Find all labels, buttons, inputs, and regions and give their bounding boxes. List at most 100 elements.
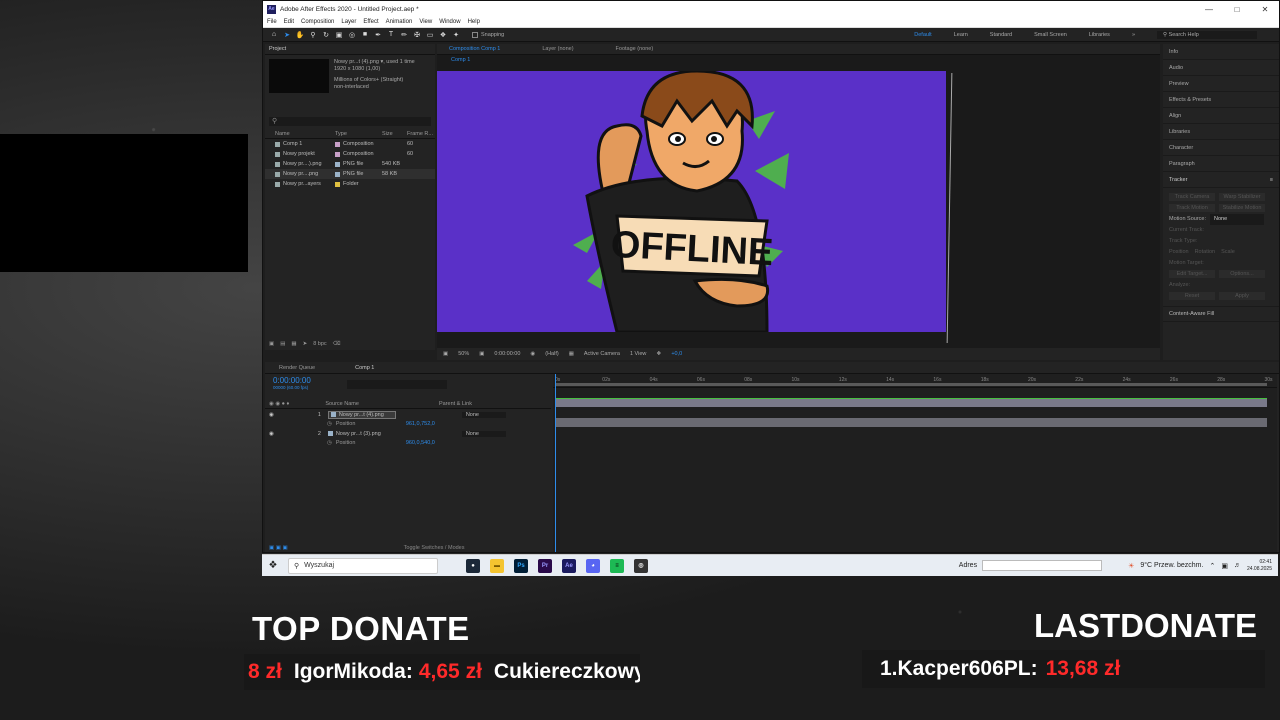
bpc-label[interactable]: 8 bpc <box>313 341 326 347</box>
tracker-menu-icon[interactable]: ≡ <box>1270 177 1273 183</box>
tab-render-queue[interactable]: Render Queue <box>279 365 315 371</box>
motion-source-dropdown[interactable]: None <box>1210 214 1264 225</box>
taskbar-app-icon[interactable]: ▬ <box>490 558 504 573</box>
flowchart-icon[interactable]: ➤ <box>303 341 308 347</box>
layer-name[interactable]: Nowy pr...t (3).png <box>327 431 396 437</box>
tab-footage[interactable]: Footage (none) <box>616 46 654 52</box>
project-item-row[interactable]: Nowy projekt Composition 60 <box>265 149 435 159</box>
col-size[interactable]: Size <box>382 131 407 137</box>
camera-dropdown[interactable]: Active Camera <box>584 351 620 357</box>
eraser-tool-icon[interactable]: ▭ <box>425 30 435 40</box>
visibility-eye-icon[interactable]: ◉ <box>269 431 274 437</box>
options-button[interactable]: Options... <box>1219 270 1265 278</box>
clone-stamp-icon[interactable]: ✠ <box>412 30 422 40</box>
taskbar-app-icon[interactable]: ◕ <box>586 558 600 573</box>
clock[interactable]: 02:41 24.08.2025 <box>1247 559 1272 573</box>
zoom-tool-icon[interactable]: ⚲ <box>308 30 318 40</box>
tab-comp-1[interactable]: Comp 1 <box>355 365 374 371</box>
close-icon[interactable]: ✕ <box>1251 5 1279 14</box>
parent-dropdown[interactable]: None <box>461 411 506 418</box>
project-search-input[interactable]: ⚲ <box>269 117 431 126</box>
layer-2-duration-bar[interactable] <box>555 418 1267 427</box>
snapping-checkbox[interactable] <box>472 31 478 38</box>
hand-tool-icon[interactable]: ✋ <box>295 30 305 40</box>
new-comp-icon[interactable]: ▦ <box>291 341 296 347</box>
panel-align[interactable]: Align <box>1163 108 1279 124</box>
network-icon[interactable]: ▣ <box>1221 562 1228 570</box>
snapping-toggle[interactable]: Snapping <box>472 31 504 38</box>
workspace-small-screen[interactable]: Small Screen <box>1034 32 1067 38</box>
reset-button[interactable]: Reset <box>1169 292 1215 300</box>
menu-window[interactable]: Window <box>439 19 460 25</box>
edit-target-button[interactable]: Edit Target... <box>1169 270 1215 278</box>
more-workspaces-icon[interactable]: » <box>1132 32 1135 38</box>
roto-brush-icon[interactable]: ❖ <box>438 30 448 40</box>
trash-icon[interactable]: ⌫ <box>333 341 341 347</box>
home-icon[interactable]: ⌂ <box>269 30 279 40</box>
layer-1-duration-bar[interactable] <box>555 399 1267 407</box>
apply-button[interactable]: Apply <box>1219 292 1265 300</box>
project-item-row[interactable]: Nowy pr...ayers Folder <box>265 179 435 189</box>
snapshot-icon[interactable]: ◉ <box>530 351 535 357</box>
pen-tool-icon[interactable]: ✒ <box>373 30 383 40</box>
panel-audio[interactable]: Audio <box>1163 60 1279 76</box>
warp-stabilizer-button[interactable]: Warp Stabilizer <box>1219 193 1265 201</box>
new-folder-icon[interactable]: ▤ <box>280 341 285 347</box>
view-layout-dropdown[interactable]: 1 View <box>630 351 646 357</box>
composition-canvas[interactable]: OFFLINE <box>437 71 946 332</box>
current-time[interactable]: 0:00:00:00 <box>494 351 520 357</box>
col-type[interactable]: Type <box>335 131 382 137</box>
taskbar-search[interactable]: ⚲ Wyszukaj <box>288 557 438 574</box>
property-value[interactable]: 960,0,540,0 <box>406 440 435 446</box>
track-motion-button[interactable]: Track Motion <box>1169 204 1215 212</box>
playhead[interactable] <box>555 374 556 552</box>
windows-start-icon[interactable]: ❖ <box>262 560 284 571</box>
menu-view[interactable]: View <box>419 19 432 25</box>
brush-tool-icon[interactable]: ✏ <box>399 30 409 40</box>
panel-libraries[interactable]: Libraries <box>1163 124 1279 140</box>
col-name[interactable]: Name <box>275 131 335 137</box>
work-area-bar[interactable] <box>555 383 1267 386</box>
taskbar-app-icon[interactable]: Ae <box>562 558 576 573</box>
taskbar-app-icon[interactable]: ≡ <box>610 558 624 573</box>
always-preview-icon[interactable]: ▣ <box>443 351 448 357</box>
interpret-footage-icon[interactable]: ▣ <box>269 341 274 347</box>
workspace-standard[interactable]: Standard <box>990 32 1012 38</box>
panel-content-aware-fill[interactable]: Content-Aware Fill <box>1163 306 1279 322</box>
scale-option[interactable]: Scale <box>1221 247 1235 258</box>
workspace-learn[interactable]: Learn <box>954 32 968 38</box>
taskbar-app-icon[interactable]: ◎ <box>634 558 648 573</box>
layer-row[interactable]: ◉ 2 Nowy pr...t (3).png None <box>265 429 551 438</box>
composition-viewport[interactable]: OFFLINE <box>437 65 1160 345</box>
visibility-eye-icon[interactable]: ◉ <box>269 412 274 418</box>
panel-preview[interactable]: Preview <box>1163 76 1279 92</box>
taskbar-app-icon[interactable]: Ps <box>514 558 528 573</box>
search-help-field[interactable]: ⚲ Search Help <box>1157 30 1257 39</box>
weather-text[interactable]: 9°C Przew. bezchm. <box>1140 562 1203 569</box>
project-tab[interactable]: Project <box>265 44 435 55</box>
fast-preview-icon[interactable]: ❖ <box>656 351 661 357</box>
header-source-name[interactable]: Source Name <box>325 401 359 407</box>
taskbar-app-icon[interactable]: Pr <box>538 558 552 573</box>
panel-info[interactable]: Info <box>1163 44 1279 60</box>
track-camera-button[interactable]: Track Camera <box>1169 193 1215 201</box>
workspace-default[interactable]: Default <box>914 32 931 38</box>
shape-tool-icon[interactable]: ■ <box>360 30 370 40</box>
selection-tool-icon[interactable]: ➤ <box>282 30 292 40</box>
layer-name[interactable]: Nowy pr...t (4).png <box>327 410 396 419</box>
property-value[interactable]: 961,0,752,0 <box>406 421 435 427</box>
project-item-row[interactable]: Nowy pr....png PNG file 58 KB <box>265 169 435 179</box>
stabilize-motion-button[interactable]: Stabilize Motion <box>1219 204 1265 212</box>
project-item-row[interactable]: Comp 1 Composition 60 <box>265 139 435 149</box>
panel-effects-presets[interactable]: Effects & Presets <box>1163 92 1279 108</box>
transparency-grid-icon[interactable]: ▦ <box>569 351 574 357</box>
zoom-dropdown[interactable]: 50% <box>458 351 469 357</box>
menu-file[interactable]: File <box>267 19 277 25</box>
tab-layer[interactable]: Layer (none) <box>542 46 573 52</box>
exposure-value[interactable]: +0,0 <box>671 351 682 357</box>
region-icon[interactable]: ▣ <box>479 351 484 357</box>
taskbar-app-icon[interactable]: ● <box>466 558 480 573</box>
timeline-tracks[interactable]: 0s 02s 04s 06s 08s 10s 12s 14s 16s 18s 20s 22s 24s 26… <box>553 374 1277 552</box>
comp-sub-tab[interactable]: Comp 1 <box>451 57 470 63</box>
stopwatch-icon[interactable]: ◷ <box>327 440 332 446</box>
